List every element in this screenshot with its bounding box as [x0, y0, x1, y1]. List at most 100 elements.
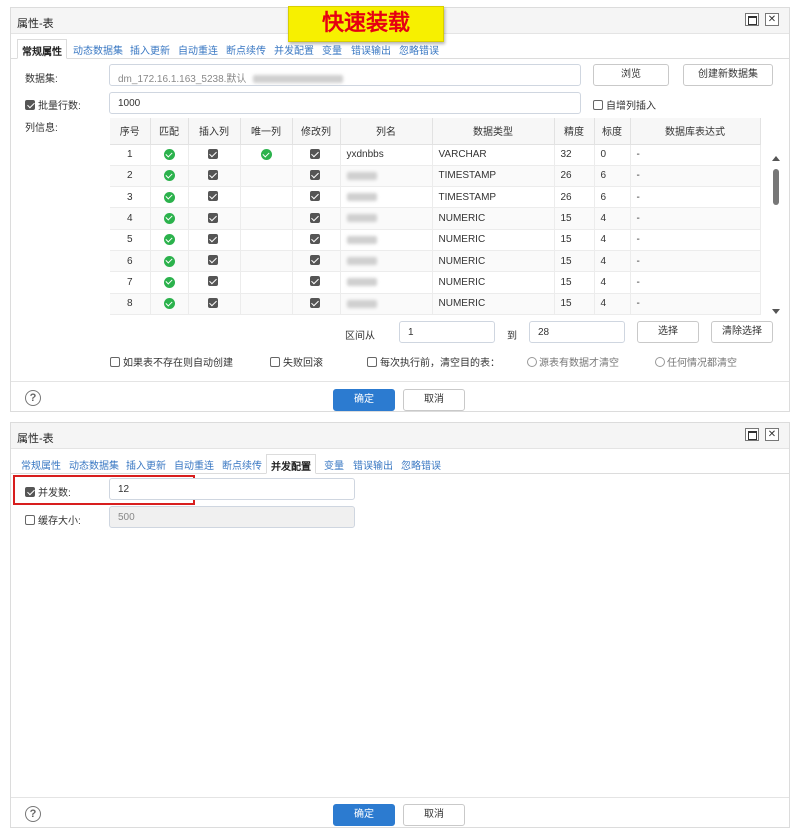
autocreate-check-icon[interactable]: [110, 357, 120, 367]
col-header-scale[interactable]: 标度: [594, 118, 631, 145]
checkbox-icon[interactable]: [309, 148, 320, 159]
cell-modify[interactable]: [292, 165, 341, 188]
batch-rows-checkbox[interactable]: 批量行数:: [25, 97, 81, 112]
cell-match[interactable]: [150, 229, 189, 251]
col-header-name[interactable]: 列名: [340, 118, 433, 145]
concurrency-input[interactable]: 12: [109, 478, 355, 500]
cell-match[interactable]: [150, 186, 189, 209]
cell-unique[interactable]: [240, 250, 293, 273]
tab-insert-update[interactable]: 插入更新: [126, 39, 174, 57]
cell-unique[interactable]: [240, 207, 293, 230]
cell-insert[interactable]: [188, 271, 241, 294]
tab-resume[interactable]: 断点续传: [218, 454, 266, 472]
cell-insert[interactable]: [188, 229, 241, 251]
rollback-option[interactable]: 失败回滚: [270, 354, 323, 369]
checkbox-icon[interactable]: [309, 233, 320, 244]
help-icon[interactable]: ?: [25, 390, 41, 406]
checkbox-icon[interactable]: [309, 169, 320, 180]
cell-match[interactable]: [150, 165, 189, 188]
cell-match[interactable]: [150, 250, 189, 273]
cache-size-check-icon[interactable]: [25, 515, 35, 525]
col-header-match[interactable]: 匹配: [150, 118, 189, 145]
cell-unique[interactable]: [240, 271, 293, 294]
tab-error-output[interactable]: 错误输出: [349, 454, 397, 472]
clear-target-option[interactable]: 每次执行前，清空目的表：: [367, 354, 500, 369]
select-button[interactable]: 选择: [637, 321, 699, 343]
cell-modify[interactable]: [292, 144, 341, 166]
table-scrollbar[interactable]: [770, 153, 782, 319]
cell-modify[interactable]: [292, 229, 341, 251]
tab-resume[interactable]: 断点续传: [222, 39, 270, 57]
col-header-unique[interactable]: 唯一列: [240, 118, 293, 145]
help-icon[interactable]: ?: [25, 806, 41, 822]
check-circle-icon[interactable]: [163, 149, 175, 161]
checkbox-icon[interactable]: [309, 191, 320, 202]
clear-if-data-radio-icon[interactable]: [527, 357, 537, 367]
cell-modify[interactable]: [292, 207, 341, 230]
browse-button[interactable]: 浏览: [593, 64, 669, 86]
checkbox-icon[interactable]: [309, 212, 320, 223]
tab-auto-reconnect[interactable]: 自动重连: [174, 39, 222, 57]
col-header-insert[interactable]: 插入列: [188, 118, 241, 145]
check-circle-icon[interactable]: [163, 255, 175, 267]
checkbox-icon[interactable]: [207, 212, 218, 223]
cell-match[interactable]: [150, 293, 189, 315]
checkbox-icon[interactable]: [207, 169, 218, 180]
cell-insert[interactable]: [188, 293, 241, 315]
table-row[interactable]: 7 NUMERIC 15 4-: [110, 271, 761, 294]
cancel-button[interactable]: 取消: [403, 804, 465, 826]
tab-ignore-errors[interactable]: 忽略错误: [397, 454, 445, 472]
cell-match[interactable]: [150, 144, 189, 166]
ok-button[interactable]: 确定: [333, 804, 395, 826]
clear-always-option[interactable]: 任何情况都清空: [655, 354, 737, 369]
close-icon[interactable]: ✕: [765, 13, 779, 26]
autoinc-checkbox[interactable]: 自增列插入: [593, 97, 656, 112]
table-row[interactable]: 6 NUMERIC 15 4-: [110, 250, 761, 273]
clear-target-check-icon[interactable]: [367, 357, 377, 367]
scrollbar-svg[interactable]: [770, 153, 782, 319]
check-circle-icon[interactable]: [163, 191, 175, 203]
autocreate-option[interactable]: 如果表不存在则自动创建: [110, 354, 233, 369]
table-row[interactable]: 3 TIMESTAMP 26 6-: [110, 186, 761, 209]
rollback-check-icon[interactable]: [270, 357, 280, 367]
cancel-button[interactable]: 取消: [403, 389, 465, 411]
cell-match[interactable]: [150, 207, 189, 230]
cell-unique[interactable]: [240, 144, 293, 166]
table-row[interactable]: 4 NUMERIC 15 4-: [110, 207, 761, 230]
check-circle-icon[interactable]: [163, 298, 175, 310]
checkbox-icon[interactable]: [207, 148, 218, 159]
batch-rows-input[interactable]: 1000: [109, 92, 581, 114]
cell-unique[interactable]: [240, 186, 293, 209]
cell-modify[interactable]: [292, 186, 341, 209]
cell-modify[interactable]: [292, 250, 341, 273]
cache-size-input[interactable]: 500: [109, 506, 355, 528]
autoinc-check-icon[interactable]: [593, 100, 603, 110]
col-header-type[interactable]: 数据类型: [432, 118, 555, 145]
cell-insert[interactable]: [188, 207, 241, 230]
checkbox-icon[interactable]: [207, 297, 218, 308]
batch-rows-check-icon[interactable]: [25, 100, 35, 110]
cell-insert[interactable]: [188, 186, 241, 209]
check-circle-icon[interactable]: [163, 170, 175, 182]
maximize-icon[interactable]: [745, 13, 759, 26]
checkbox-icon[interactable]: [309, 255, 320, 266]
check-circle-icon[interactable]: [163, 234, 175, 246]
cell-insert[interactable]: [188, 250, 241, 273]
checkbox-icon[interactable]: [207, 276, 218, 287]
col-header-precision[interactable]: 精度: [554, 118, 595, 145]
tab-general[interactable]: 常规属性: [17, 39, 67, 59]
cell-insert[interactable]: [188, 144, 241, 166]
checkbox-icon[interactable]: [207, 191, 218, 202]
tab-concurrency[interactable]: 并发配置: [266, 454, 316, 474]
tab-auto-reconnect[interactable]: 自动重连: [170, 454, 218, 472]
tab-insert-update[interactable]: 插入更新: [122, 454, 170, 472]
checkbox-icon[interactable]: [207, 233, 218, 244]
maximize-icon[interactable]: [745, 428, 759, 441]
create-dataset-button[interactable]: 创建新数据集: [683, 64, 773, 86]
tab-variables[interactable]: 变量: [320, 454, 348, 472]
cell-unique[interactable]: [240, 229, 293, 251]
check-circle-icon[interactable]: [163, 212, 175, 224]
close-icon[interactable]: ✕: [765, 428, 779, 441]
check-circle-icon[interactable]: [163, 276, 175, 288]
table-row[interactable]: 8 NUMERIC 15 4-: [110, 293, 761, 315]
